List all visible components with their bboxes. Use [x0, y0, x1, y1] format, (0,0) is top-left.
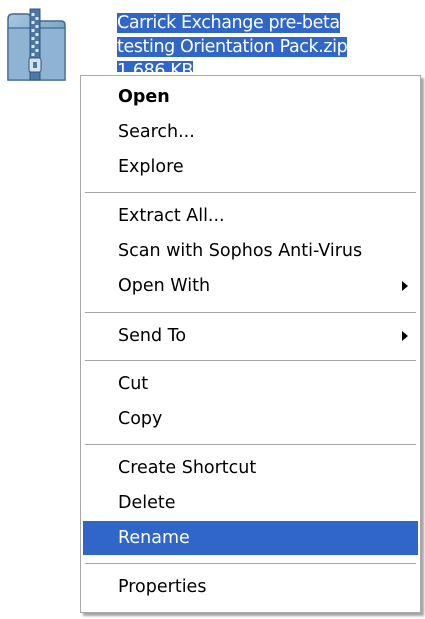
menu-separator — [85, 192, 416, 193]
menu-item-open[interactable]: Open — [83, 80, 418, 114]
menu-item-label: Open With — [118, 276, 211, 296]
menu-item-label: Send To — [118, 326, 187, 346]
menu-separator — [85, 360, 416, 361]
desktop: Carrick Exchange pre-beta testing Orient… — [0, 0, 425, 619]
file-name-line-1: Carrick Exchange pre-beta — [117, 13, 340, 33]
menu-separator — [85, 312, 416, 313]
menu-item-label: Open — [118, 87, 170, 107]
menu-item-copy[interactable]: Copy — [83, 402, 418, 436]
menu-item-label: Extract All... — [118, 206, 225, 226]
menu-item-label: Create Shortcut — [118, 458, 257, 478]
menu-item-create-shortcut[interactable]: Create Shortcut — [83, 451, 418, 485]
menu-item-label: Properties — [118, 577, 207, 597]
submenu-arrow-icon — [402, 281, 408, 291]
file-size-line: 1,686 KB — [117, 59, 371, 72]
file-name-label[interactable]: Carrick Exchange pre-beta testing Orient… — [117, 11, 371, 72]
menu-item-explore[interactable]: Explore — [83, 150, 418, 184]
menu-item-label: Delete — [118, 493, 176, 513]
menu-item-label: Rename — [118, 528, 190, 548]
menu-item-properties[interactable]: Properties — [83, 570, 418, 604]
menu-item-extract-all[interactable]: Extract All... — [83, 199, 418, 233]
file-name-line-2: testing Orientation Pack.zip — [117, 37, 348, 57]
menu-item-label: Cut — [118, 374, 149, 394]
menu-separator — [85, 444, 416, 445]
menu-item-send-to[interactable]: Send To — [83, 319, 418, 353]
submenu-arrow-icon — [402, 331, 408, 341]
menu-item-label: Explore — [118, 157, 184, 177]
context-menu: Open Search... Explore Extract All... Sc… — [80, 75, 421, 613]
menu-item-delete[interactable]: Delete — [83, 486, 418, 520]
menu-item-open-with[interactable]: Open With — [83, 269, 418, 303]
menu-item-label: Scan with Sophos Anti-Virus — [118, 241, 363, 261]
zip-folder-icon[interactable] — [3, 4, 67, 84]
menu-item-search[interactable]: Search... — [83, 115, 418, 149]
menu-item-label: Search... — [118, 122, 195, 142]
menu-item-rename[interactable]: Rename — [83, 521, 418, 555]
menu-item-label: Copy — [118, 409, 163, 429]
menu-item-scan-sophos[interactable]: Scan with Sophos Anti-Virus — [83, 234, 418, 268]
menu-separator — [85, 563, 416, 564]
menu-item-cut[interactable]: Cut — [83, 367, 418, 401]
